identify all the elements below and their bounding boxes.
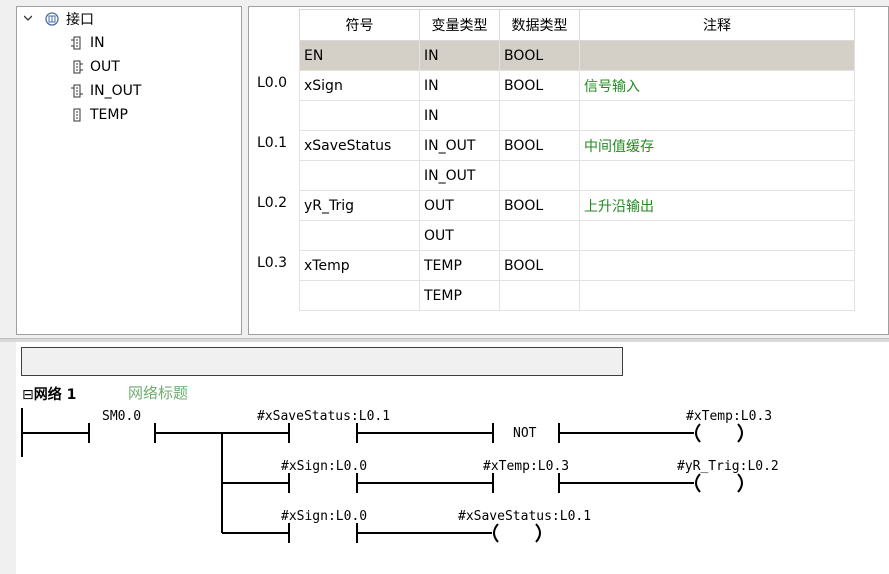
operand-label: #xSaveStatus:L0.1 [257,409,391,424]
operand-label: SM0.0 [102,409,142,424]
coil-yr-trig[interactable] [695,473,743,493]
operand-label: #xSign:L0.0 [281,459,368,474]
contact-xtemp[interactable] [492,473,560,493]
operand-label: #xTemp:L0.3 [483,459,570,474]
not-label: NOT [513,426,537,441]
contact-xsavestatus[interactable] [288,423,358,443]
operand-label: #yR_Trig:L0.2 [677,459,779,474]
operand-label: #xTemp:L0.3 [686,409,773,424]
coil-xsavestatus[interactable] [493,523,541,543]
contact-xsign[interactable] [288,473,358,493]
contact-xsign-2[interactable] [288,523,358,543]
coil-xtemp[interactable] [695,423,743,443]
operand-label: #xSaveStatus:L0.1 [458,509,592,524]
contact-sm00[interactable] [88,423,156,443]
ladder-diagram [21,408,743,543]
operand-label: #xSign:L0.0 [281,509,368,524]
